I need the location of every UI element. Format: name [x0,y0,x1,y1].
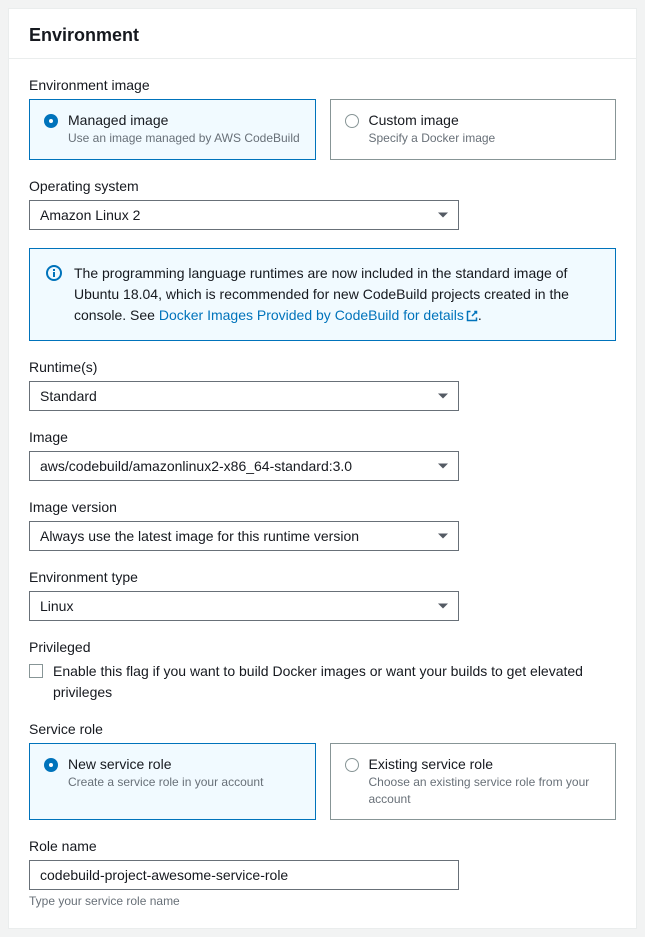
tile-desc: Specify a Docker image [369,130,602,147]
info-text-b: . [478,307,482,323]
image-select-value: aws/codebuild/amazonlinux2-x86_64-standa… [40,458,352,474]
role-name-hint: Type your service role name [29,894,616,908]
chevron-down-icon [438,393,448,398]
environment-panel: Environment Environment image Managed im… [8,8,637,929]
service-role-new-tile[interactable]: New service role Create a service role i… [29,743,316,821]
privileged-checkbox[interactable] [29,664,43,678]
chevron-down-icon [438,533,448,538]
image-select[interactable]: aws/codebuild/amazonlinux2-x86_64-standa… [29,451,459,481]
radio-icon [44,114,58,128]
chevron-down-icon [438,603,448,608]
tile-content: Existing service role Choose an existing… [369,756,602,808]
role-name-label: Role name [29,838,616,854]
privileged-checkbox-label: Enable this flag if you want to build Do… [53,661,616,703]
privileged-field: Privileged Enable this flag if you want … [29,639,616,703]
env-image-tiles: Managed image Use an image managed by AW… [29,99,616,160]
service-role-field: Service role New service role Create a s… [29,721,616,821]
runtime-select-value: Standard [40,388,97,404]
runtime-select[interactable]: Standard [29,381,459,411]
privileged-checkbox-row: Enable this flag if you want to build Do… [29,661,616,703]
env-type-select-value: Linux [40,598,73,614]
panel-title: Environment [29,25,616,46]
chevron-down-icon [438,463,448,468]
radio-icon [345,114,359,128]
service-role-tiles: New service role Create a service role i… [29,743,616,821]
tile-title: Managed image [68,112,301,128]
image-version-label: Image version [29,499,616,515]
image-version-select-value: Always use the latest image for this run… [40,528,359,544]
tile-title: Custom image [369,112,602,128]
radio-icon [44,758,58,772]
os-label: Operating system [29,178,616,194]
chevron-down-icon [438,212,448,217]
external-link-icon [466,310,478,322]
tile-desc: Create a service role in your account [68,774,301,791]
os-select[interactable]: Amazon Linux 2 [29,200,459,230]
role-name-field: Role name Type your service role name [29,838,616,908]
runtime-field: Runtime(s) Standard [29,359,616,411]
os-field: Operating system Amazon Linux 2 [29,178,616,230]
image-version-select[interactable]: Always use the latest image for this run… [29,521,459,551]
tile-content: New service role Create a service role i… [68,756,301,791]
env-image-label: Environment image [29,77,616,93]
tile-title: New service role [68,756,301,772]
image-field: Image aws/codebuild/amazonlinux2-x86_64-… [29,429,616,481]
os-select-value: Amazon Linux 2 [40,207,140,223]
role-name-input[interactable] [29,860,459,890]
image-version-field: Image version Always use the latest imag… [29,499,616,551]
env-type-field: Environment type Linux [29,569,616,621]
env-image-field: Environment image Managed image Use an i… [29,77,616,160]
env-image-custom-tile[interactable]: Custom image Specify a Docker image [330,99,617,160]
info-text: The programming language runtimes are no… [74,263,599,326]
service-role-label: Service role [29,721,616,737]
service-role-existing-tile[interactable]: Existing service role Choose an existing… [330,743,617,821]
tile-desc: Use an image managed by AWS CodeBuild [68,130,301,147]
env-type-select[interactable]: Linux [29,591,459,621]
info-icon [46,265,62,281]
tile-content: Custom image Specify a Docker image [369,112,602,147]
radio-icon [345,758,359,772]
info-docker-link[interactable]: Docker Images Provided by CodeBuild for … [159,307,478,323]
privileged-label: Privileged [29,639,616,655]
image-label: Image [29,429,616,445]
tile-title: Existing service role [369,756,602,772]
panel-header: Environment [9,9,636,59]
runtime-label: Runtime(s) [29,359,616,375]
tile-content: Managed image Use an image managed by AW… [68,112,301,147]
info-alert: The programming language runtimes are no… [29,248,616,341]
env-image-managed-tile[interactable]: Managed image Use an image managed by AW… [29,99,316,160]
panel-body: Environment image Managed image Use an i… [9,59,636,928]
env-type-label: Environment type [29,569,616,585]
tile-desc: Choose an existing service role from you… [369,774,602,808]
